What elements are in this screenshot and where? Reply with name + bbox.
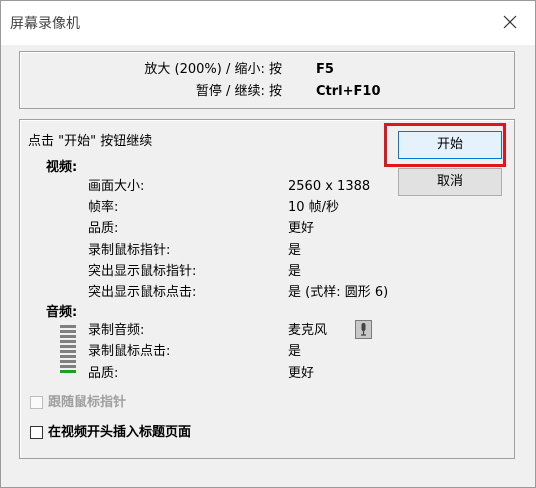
video-setting-value: 是 (式样: 圆形 6): [288, 285, 389, 300]
audio-setting-value: 麦克风: [288, 323, 328, 338]
pause-hotkey-label: 暂停 / 继续: 按: [195, 84, 282, 99]
close-icon: [503, 15, 517, 29]
video-setting-label: 录制鼠标指针:: [88, 243, 171, 258]
video-setting-label: 品质:: [88, 221, 119, 236]
video-setting-label: 帧率:: [88, 200, 119, 215]
video-setting-value: 是: [288, 243, 302, 258]
follow-pointer-label: 跟随鼠标指针: [48, 395, 127, 410]
title-bar: 屏幕录像机: [1, 1, 535, 45]
microphone-icon[interactable]: [355, 320, 372, 339]
audio-level-meter: [60, 325, 76, 377]
meter-segment: [60, 325, 76, 328]
insert-title-checkbox[interactable]: [30, 426, 43, 439]
audio-setting-value: 更好: [288, 366, 315, 381]
pause-hotkey-key: Ctrl+F10: [316, 84, 381, 99]
meter-segment: [60, 335, 76, 338]
video-setting-label: 突出显示鼠标点击:: [88, 285, 197, 300]
video-heading: 视频:: [46, 160, 78, 175]
meter-segment: [60, 360, 76, 363]
screen-recorder-dialog: 屏幕录像机 放大 (200%) / 缩小: 按 F5 暂停 / 继续: 按 Ct…: [0, 0, 536, 488]
instruction-text: 点击 "开始" 按钮继续: [28, 134, 153, 149]
audio-setting-label: 品质:: [88, 366, 119, 381]
meter-segment: [60, 355, 76, 358]
meter-segment: [60, 330, 76, 333]
meter-segment: [60, 340, 76, 343]
hotkey-info-panel: 放大 (200%) / 缩小: 按 F5 暂停 / 继续: 按 Ctrl+F10: [19, 51, 515, 109]
video-setting-label: 画面大小:: [88, 179, 145, 194]
pause-hotkey-row: 暂停 / 继续: 按 Ctrl+F10: [20, 83, 514, 101]
meter-segment: [60, 365, 76, 368]
video-setting-label: 突出显示鼠标指针:: [88, 264, 197, 279]
recording-settings-panel: 点击 "开始" 按钮继续 开始 取消 视频: 画面大小: 2560 x 1388…: [19, 119, 515, 459]
meter-segment: [60, 370, 76, 373]
zoom-hotkey-label: 放大 (200%) / 缩小: 按: [144, 62, 282, 77]
insert-title-label: 在视频开头插入标题页面: [48, 425, 192, 440]
meter-segment: [60, 350, 76, 353]
audio-setting-value: 是: [288, 344, 302, 359]
follow-pointer-checkbox[interactable]: [30, 396, 43, 409]
audio-heading: 音频:: [46, 305, 78, 320]
zoom-hotkey-row: 放大 (200%) / 缩小: 按 F5: [20, 61, 514, 79]
start-button[interactable]: 开始: [398, 131, 502, 159]
cancel-button[interactable]: 取消: [398, 168, 502, 196]
meter-segment: [60, 345, 76, 348]
audio-setting-label: 录制音频:: [88, 323, 145, 338]
close-button[interactable]: [499, 11, 521, 33]
video-setting-value: 是: [288, 264, 302, 279]
zoom-hotkey-key: F5: [316, 62, 334, 77]
window-title: 屏幕录像机: [10, 16, 80, 32]
video-setting-value: 2560 x 1388: [288, 179, 371, 194]
audio-setting-label: 录制鼠标点击:: [88, 344, 171, 359]
video-setting-value: 10 帧/秒: [288, 200, 340, 215]
video-setting-value: 更好: [288, 221, 315, 236]
